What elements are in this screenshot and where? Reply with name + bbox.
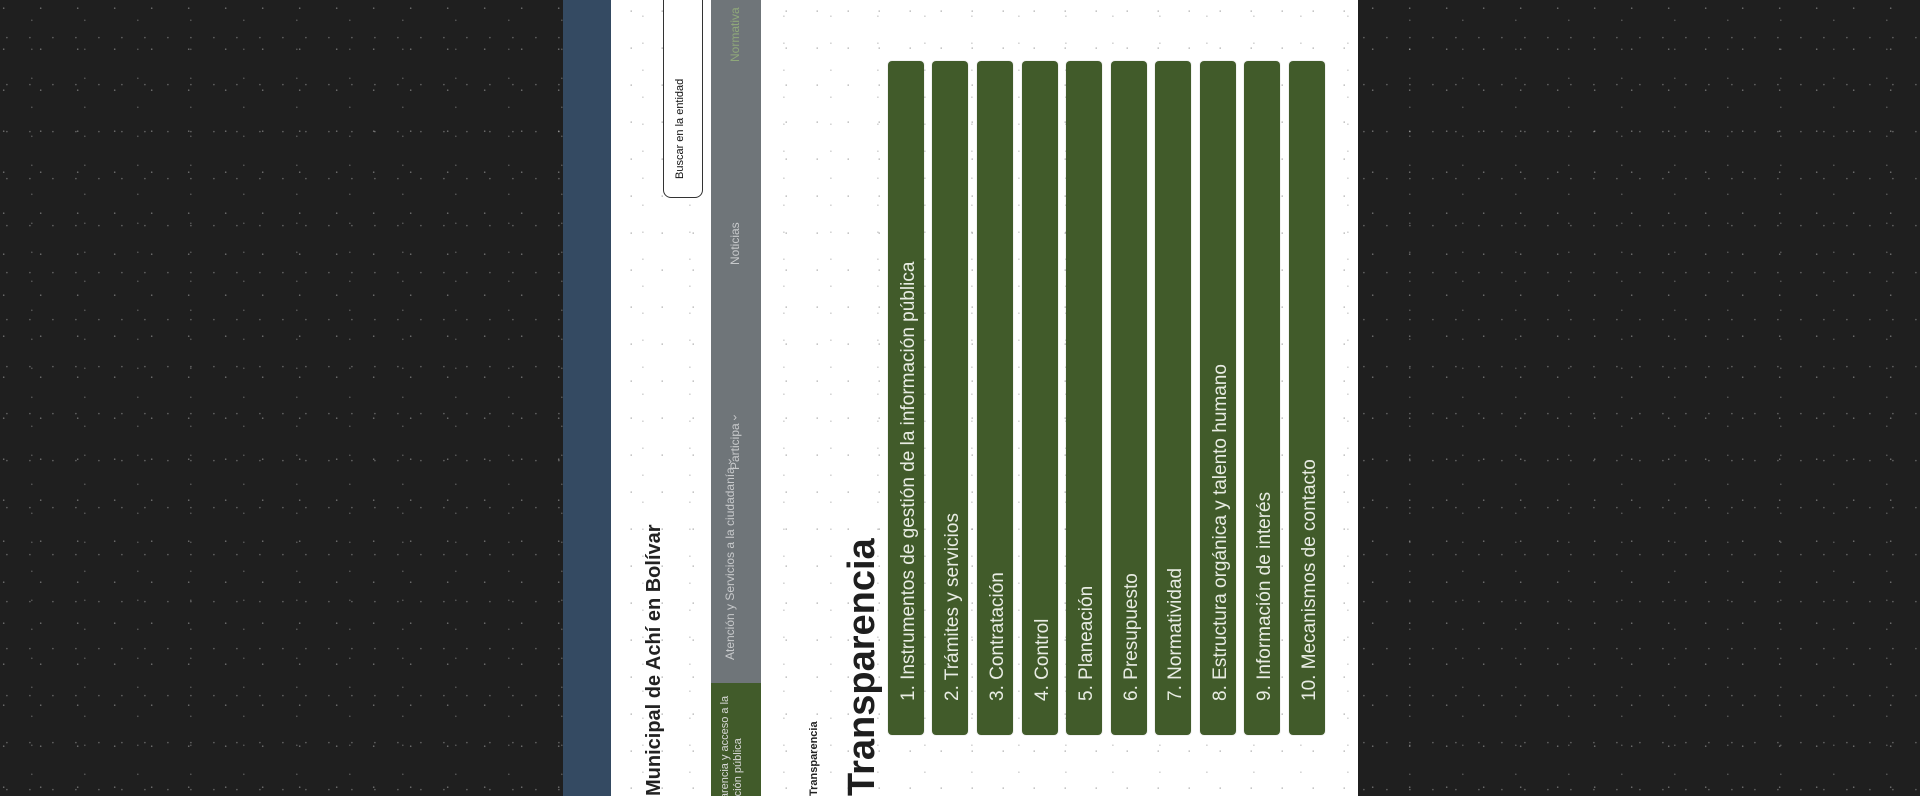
entity-title: Municipal de Achí en Bolívar — [643, 524, 665, 796]
rotated-page: Municipal de Achí en Bolívar Buscar en l… — [563, 0, 1358, 796]
section-text: Normatividad — [1165, 567, 1186, 680]
section-num: 6. — [1121, 685, 1142, 701]
section-button-10[interactable]: 10. Mecanismos de contacto — [1289, 61, 1325, 735]
nav-item-transparencia-label: Transparencia y acceso a la información … — [719, 695, 744, 796]
nav-item-atencion[interactable]: Atención y Servicios a la ciudadanía› — [723, 454, 737, 660]
section-label: 3. Contratación — [987, 572, 1009, 701]
section-text: Contratación — [987, 572, 1008, 680]
section-num: 7. — [1165, 685, 1186, 701]
section-button-5[interactable]: 5. Planeación — [1066, 61, 1102, 735]
section-button-4[interactable]: 4. Control — [1022, 61, 1058, 735]
section-num: 8. — [1210, 685, 1231, 701]
section-num: 9. — [1254, 685, 1275, 701]
section-button-9[interactable]: 9. Información de interés — [1244, 61, 1280, 735]
section-label: 7. Normatividad — [1165, 568, 1187, 701]
section-text: Trámites y servicios — [942, 513, 963, 681]
section-num: 2. — [942, 685, 963, 701]
section-button-2[interactable]: 2. Trámites y servicios — [932, 61, 968, 735]
section-label: 5. Planeación — [1076, 586, 1098, 701]
section-button-3[interactable]: 3. Contratación — [977, 61, 1013, 735]
gov-top-bar — [563, 0, 611, 796]
section-label: 6. Presupuesto — [1121, 573, 1143, 701]
section-num: 1. — [898, 685, 919, 701]
section-text: Planeación — [1076, 585, 1097, 680]
section-button-1[interactable]: 1. Instrumentos de gestión de la informa… — [888, 61, 924, 735]
section-label: 1. Instrumentos de gestión de la informa… — [898, 262, 920, 701]
nav-item-participa-label: Participa — [728, 423, 742, 470]
section-label: 9. Información de interés — [1254, 492, 1276, 701]
section-text: Presupuesto — [1121, 573, 1142, 680]
section-label: 2. Trámites y servicios — [942, 513, 964, 701]
section-button-8[interactable]: 8. Estructura orgánica y talento humano — [1200, 61, 1236, 735]
section-num: 5. — [1076, 685, 1097, 701]
section-text: Estructura orgánica y talento humano — [1210, 364, 1231, 680]
section-num: 4. — [1032, 685, 1053, 701]
section-num: 10. — [1299, 674, 1320, 701]
section-label: 8. Estructura orgánica y talento humano — [1210, 364, 1232, 701]
chevron-down-icon: › — [733, 410, 737, 425]
section-button-6[interactable]: 6. Presupuesto — [1111, 61, 1147, 735]
nav-item-normativa[interactable]: Normativa — [728, 7, 742, 62]
nav-item-atencion-label: Atención y Servicios a la ciudadanía — [723, 467, 737, 660]
nav-item-noticias[interactable]: Noticias — [728, 222, 742, 265]
section-text: Instrumentos de gestión de la informació… — [898, 261, 919, 680]
main-navbar: Atención y Servicios a la ciudadanía› Pa… — [711, 0, 761, 796]
breadcrumb: Transparencia — [808, 721, 820, 796]
section-text: Mecanismos de contacto — [1299, 459, 1320, 670]
section-label: 4. Control — [1032, 619, 1054, 701]
section-button-7[interactable]: 7. Normatividad — [1155, 61, 1191, 735]
search-button[interactable]: Buscar en la entidad — [663, 0, 703, 198]
section-text: Información de interés — [1254, 491, 1275, 680]
section-num: 3. — [987, 685, 1008, 701]
page-title: Transparencia — [841, 538, 883, 796]
section-label: 10. Mecanismos de contacto — [1299, 459, 1321, 701]
section-text: Control — [1032, 618, 1053, 680]
nav-item-participa[interactable]: Participa› — [728, 410, 742, 470]
nav-item-transparencia[interactable]: Transparencia y acceso a la información … — [711, 683, 761, 796]
search-label: Buscar en la entidad — [674, 78, 686, 179]
